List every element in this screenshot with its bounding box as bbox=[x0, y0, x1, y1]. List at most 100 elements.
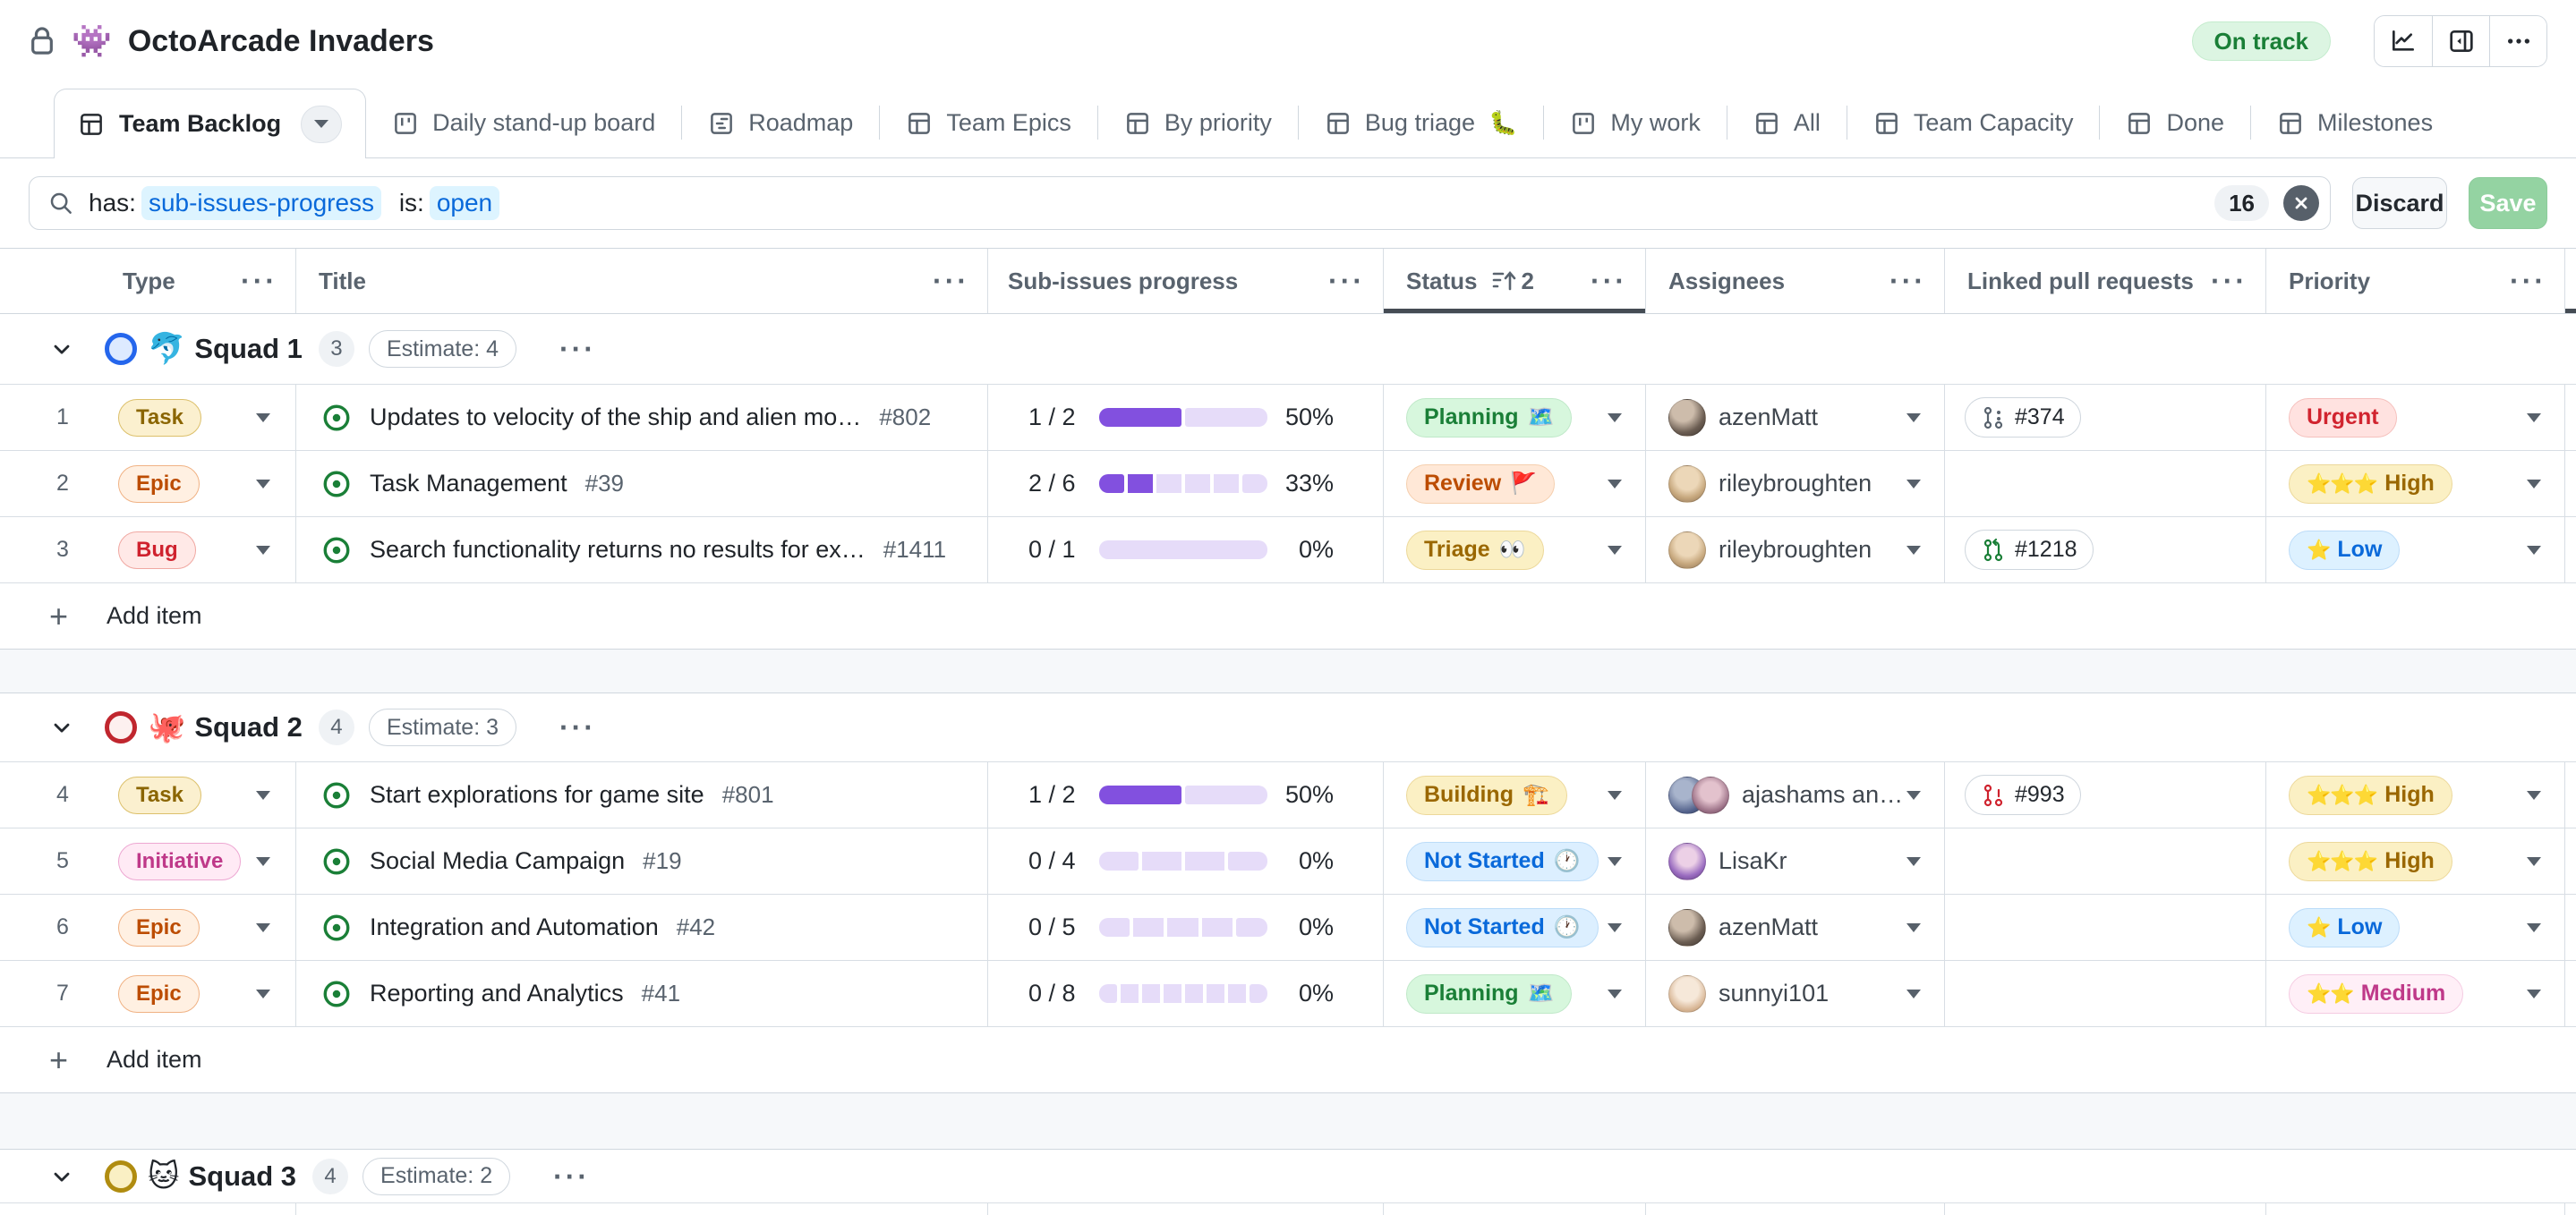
status-pill[interactable]: Building🏗️ bbox=[1406, 776, 1567, 815]
chevron-down-icon[interactable] bbox=[2527, 791, 2541, 800]
chevron-down-icon[interactable] bbox=[256, 791, 270, 800]
chevron-down-icon[interactable] bbox=[1608, 857, 1622, 866]
issue-title[interactable]: Integration and Automation bbox=[370, 913, 659, 941]
column-header-priority[interactable]: Priority··· bbox=[2265, 249, 2564, 313]
column-menu-icon[interactable]: ··· bbox=[933, 267, 969, 295]
type-pill[interactable]: Epic bbox=[118, 909, 200, 947]
save-button[interactable]: Save bbox=[2469, 177, 2547, 229]
chevron-down-icon[interactable] bbox=[2527, 990, 2541, 998]
chevron-down-icon[interactable] bbox=[1608, 480, 1622, 489]
side-panel-icon[interactable] bbox=[2432, 16, 2489, 66]
tab-options-chevron[interactable] bbox=[301, 106, 342, 143]
type-pill[interactable]: Epic bbox=[118, 975, 200, 1013]
issue-title[interactable]: Task Management bbox=[370, 470, 567, 497]
priority-pill[interactable]: ⭐Low bbox=[2289, 531, 2400, 570]
chevron-down-icon[interactable] bbox=[256, 857, 270, 866]
issue-title[interactable]: Social Media Campaign bbox=[370, 847, 625, 875]
chevron-down-icon[interactable] bbox=[256, 480, 270, 489]
column-menu-icon[interactable]: ··· bbox=[1591, 267, 1627, 295]
type-pill[interactable]: Epic bbox=[118, 465, 200, 503]
assignee-name[interactable]: rileybroughten bbox=[1719, 470, 1872, 497]
filter-input[interactable]: has:sub-issues-progress is:open 16 bbox=[29, 176, 2331, 230]
chevron-down-icon[interactable] bbox=[1906, 546, 1921, 555]
tab-roadmap[interactable]: Roadmap bbox=[682, 89, 879, 157]
priority-pill[interactable]: ⭐⭐⭐High bbox=[2289, 464, 2452, 504]
type-pill[interactable]: Task bbox=[118, 777, 201, 814]
tab-my-work[interactable]: My work bbox=[1544, 89, 1727, 157]
priority-pill[interactable]: ⭐⭐⭐High bbox=[2289, 842, 2452, 881]
chevron-down-icon[interactable] bbox=[2527, 546, 2541, 555]
chevron-down-icon[interactable] bbox=[1906, 990, 1921, 998]
insights-icon[interactable] bbox=[2375, 16, 2432, 66]
collapse-chevron-icon[interactable] bbox=[49, 1164, 74, 1189]
issue-title[interactable]: Reporting and Analytics bbox=[370, 980, 624, 1007]
chevron-down-icon[interactable] bbox=[256, 413, 270, 422]
clear-filter-icon[interactable] bbox=[2283, 185, 2319, 221]
tab-daily-stand-up-board[interactable]: Daily stand-up board bbox=[366, 89, 681, 157]
tab-all[interactable]: All bbox=[1727, 89, 1847, 157]
column-header-title[interactable]: Title··· bbox=[295, 249, 987, 313]
column-menu-icon[interactable]: ··· bbox=[2510, 267, 2546, 295]
priority-pill[interactable]: ⭐⭐⭐High bbox=[2289, 776, 2452, 815]
column-header-type[interactable]: Type··· bbox=[0, 249, 295, 313]
chevron-down-icon[interactable] bbox=[2527, 480, 2541, 489]
chevron-down-icon[interactable] bbox=[2527, 857, 2541, 866]
chevron-down-icon[interactable] bbox=[1608, 990, 1622, 998]
assignee-name[interactable]: ajashams and… bbox=[1742, 781, 1906, 809]
assignee-name[interactable]: rileybroughten bbox=[1719, 536, 1872, 564]
assignee-name[interactable]: azenMatt bbox=[1719, 913, 1818, 941]
status-pill[interactable]: Triage👀 bbox=[1406, 531, 1544, 570]
chevron-down-icon[interactable] bbox=[1608, 546, 1622, 555]
column-header-assignees[interactable]: Assignees··· bbox=[1645, 249, 1944, 313]
chevron-down-icon[interactable] bbox=[256, 546, 270, 555]
priority-pill[interactable]: ⭐⭐Medium bbox=[2289, 974, 2463, 1014]
chevron-down-icon[interactable] bbox=[256, 923, 270, 932]
chevron-down-icon[interactable] bbox=[256, 990, 270, 998]
tab-done[interactable]: Done bbox=[2100, 89, 2250, 157]
column-menu-icon[interactable]: ··· bbox=[2211, 267, 2248, 295]
pr-pill[interactable]: #1218 bbox=[1965, 530, 2094, 570]
status-pill[interactable]: Planning🗺️ bbox=[1406, 398, 1572, 438]
chevron-down-icon[interactable] bbox=[1906, 791, 1921, 800]
column-header-status[interactable]: Status 2 ··· bbox=[1383, 249, 1645, 313]
add-item-row[interactable]: + Add item bbox=[0, 1027, 2576, 1093]
type-pill[interactable]: Task bbox=[118, 399, 201, 437]
column-menu-icon[interactable]: ··· bbox=[1889, 267, 1926, 295]
pr-pill[interactable]: #993 bbox=[1965, 775, 2081, 815]
type-pill[interactable]: Bug bbox=[118, 531, 196, 569]
group-menu-icon[interactable]: ··· bbox=[553, 1162, 590, 1191]
tab-bug-triage[interactable]: Bug triage 🐛 bbox=[1299, 89, 1543, 157]
column-menu-icon[interactable]: ··· bbox=[1328, 267, 1365, 295]
chevron-down-icon[interactable] bbox=[1906, 480, 1921, 489]
chevron-down-icon[interactable] bbox=[1608, 923, 1622, 932]
group-menu-icon[interactable]: ··· bbox=[559, 335, 596, 363]
priority-pill[interactable]: Urgent bbox=[2289, 398, 2397, 438]
chevron-down-icon[interactable] bbox=[1906, 857, 1921, 866]
add-item-row[interactable]: + Add item bbox=[0, 583, 2576, 650]
status-badge[interactable]: On track bbox=[2192, 21, 2332, 61]
tab-by-priority[interactable]: By priority bbox=[1098, 89, 1298, 157]
pr-pill[interactable]: #374 bbox=[1965, 397, 2081, 438]
priority-pill[interactable]: ⭐Low bbox=[2289, 908, 2400, 947]
chevron-down-icon[interactable] bbox=[1608, 413, 1622, 422]
type-pill[interactable]: Initiative bbox=[118, 843, 241, 880]
kebab-menu-icon[interactable] bbox=[2489, 16, 2546, 66]
status-pill[interactable]: Review🚩 bbox=[1406, 464, 1555, 504]
chevron-down-icon[interactable] bbox=[1906, 923, 1921, 932]
column-header-linked-pull-requests[interactable]: Linked pull requests··· bbox=[1944, 249, 2265, 313]
status-pill[interactable]: Planning🗺️ bbox=[1406, 974, 1572, 1014]
column-header-sub-issues-progress[interactable]: Sub-issues progress··· bbox=[987, 249, 1383, 313]
discard-button[interactable]: Discard bbox=[2352, 177, 2447, 229]
chevron-down-icon[interactable] bbox=[2527, 413, 2541, 422]
assignee-name[interactable]: azenMatt bbox=[1719, 404, 1818, 431]
group-menu-icon[interactable]: ··· bbox=[559, 713, 596, 742]
issue-title[interactable]: Start explorations for game site bbox=[370, 781, 704, 809]
tab-team-backlog[interactable]: Team Backlog bbox=[54, 89, 366, 158]
issue-title[interactable]: Updates to velocity of the ship and alie… bbox=[370, 404, 861, 431]
collapse-chevron-icon[interactable] bbox=[49, 336, 74, 361]
issue-title[interactable]: Search functionality returns no results … bbox=[370, 536, 866, 564]
assignee-name[interactable]: sunnyi101 bbox=[1719, 980, 1829, 1007]
collapse-chevron-icon[interactable] bbox=[49, 715, 74, 740]
status-pill[interactable]: Not Started🕐 bbox=[1406, 842, 1599, 881]
status-pill[interactable]: Not Started🕐 bbox=[1406, 908, 1599, 947]
